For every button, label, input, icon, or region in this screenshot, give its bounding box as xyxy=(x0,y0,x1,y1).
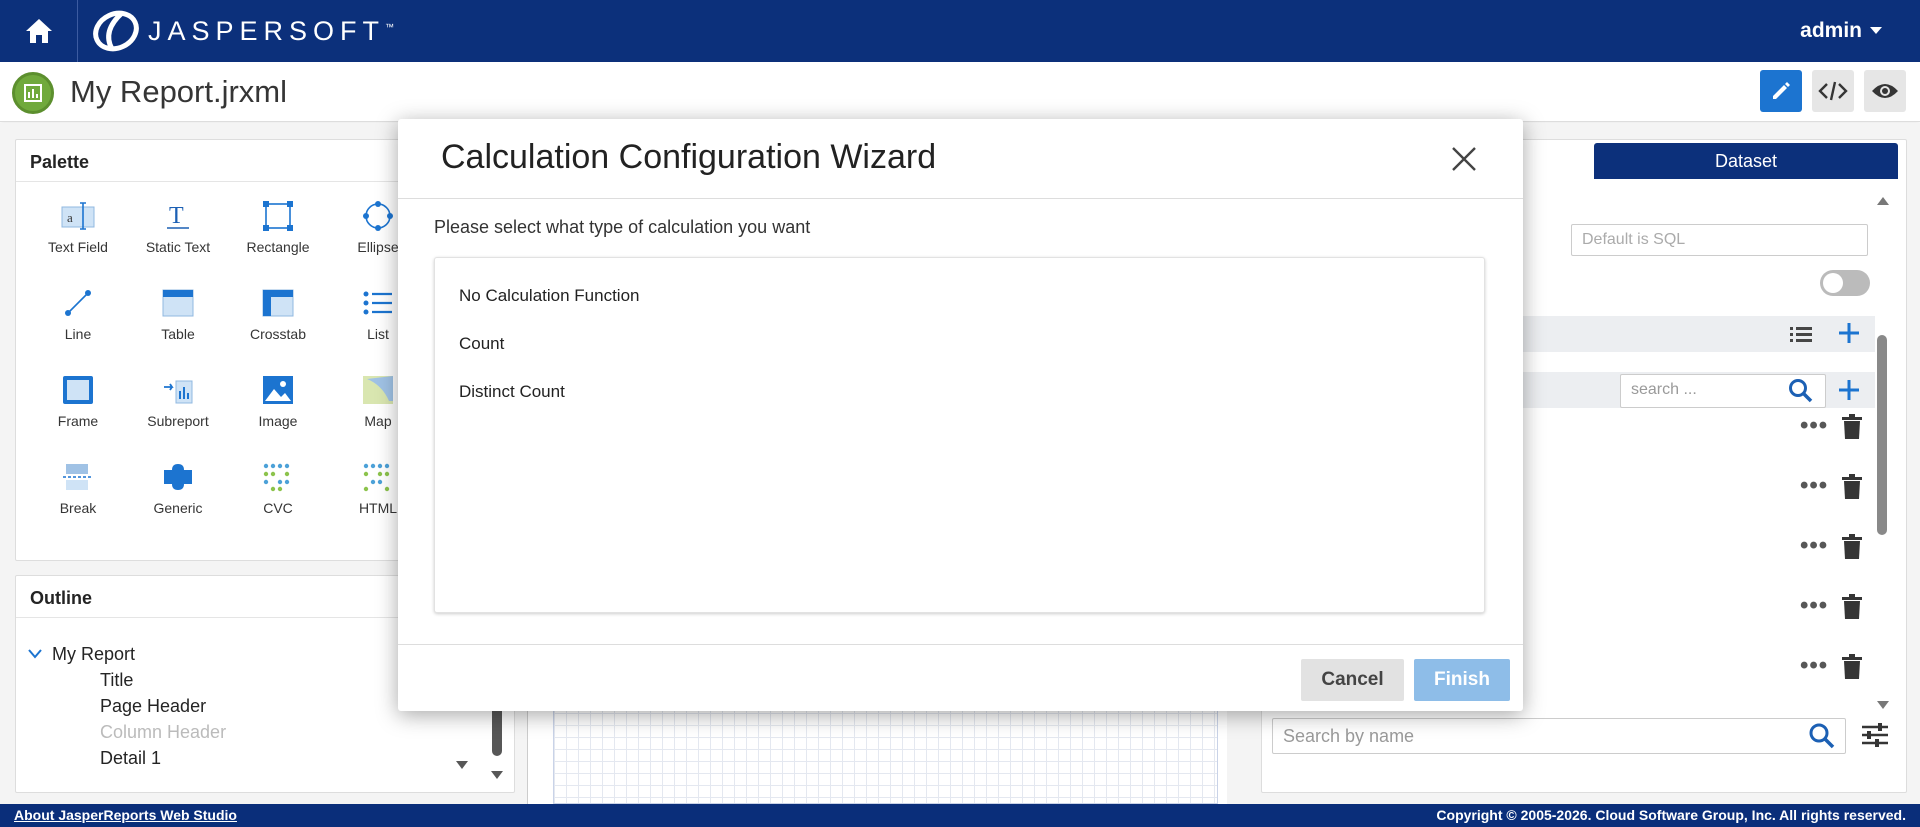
dialog-header: Calculation Configuration Wizard xyxy=(398,119,1523,199)
cancel-button[interactable]: Cancel xyxy=(1301,659,1404,701)
calc-option-count[interactable]: Count xyxy=(435,320,1484,368)
copyright-text: Copyright © 2005-2026. Cloud Software Gr… xyxy=(1436,807,1906,823)
page-footer: About JasperReports Web Studio Copyright… xyxy=(0,804,1920,827)
finish-button[interactable]: Finish xyxy=(1414,659,1510,701)
calculation-wizard-dialog: Calculation Configuration Wizard Please … xyxy=(398,119,1523,711)
close-icon xyxy=(1452,147,1476,171)
calculation-type-list: No Calculation Function Count Distinct C… xyxy=(434,257,1485,613)
close-button[interactable] xyxy=(1448,143,1480,175)
dialog-footer: Cancel Finish xyxy=(398,644,1523,711)
calc-option-no-calculation[interactable]: No Calculation Function xyxy=(435,272,1484,320)
dialog-title: Calculation Configuration Wizard xyxy=(441,138,937,176)
dialog-prompt: Please select what type of calculation y… xyxy=(434,217,811,237)
calc-option-distinct-count[interactable]: Distinct Count xyxy=(435,368,1484,416)
about-link[interactable]: About JasperReports Web Studio xyxy=(14,807,237,823)
